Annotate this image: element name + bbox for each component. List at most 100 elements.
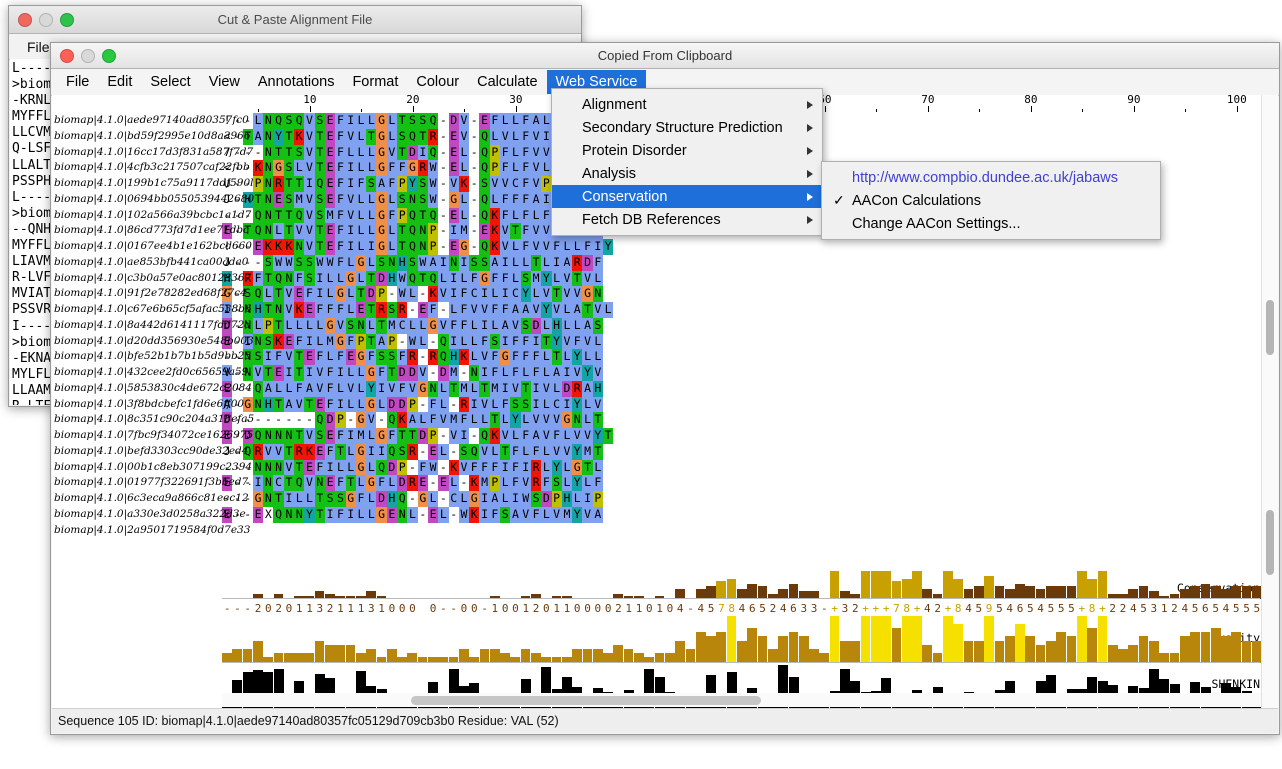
alignment-row[interactable]: A-GNHTAVTEFILLGLDDP-FL-RIVLFSSILCIYLV [222,397,1260,413]
residue-cell[interactable]: L [304,491,314,507]
residue-cell[interactable]: T [273,208,283,224]
residue-cell[interactable]: P [593,491,603,507]
residue-cell[interactable]: I [541,192,551,208]
residue-cell[interactable]: R [294,444,304,460]
residue-cell[interactable]: G [253,491,263,507]
residue-cell[interactable]: I [346,428,356,444]
residue-cell[interactable]: I [325,460,335,476]
residue-cell[interactable]: E [304,460,314,476]
residue-cell[interactable]: - [438,113,448,129]
residue-cell[interactable]: G [335,286,345,302]
residue-cell[interactable]: F [376,365,386,381]
residue-cell[interactable]: V [552,507,562,523]
sequence-id[interactable]: biomap|4.1.0|3f8bdcbefc1fd6e6ff00 [54,397,254,413]
residue-cell[interactable]: L [469,412,479,428]
residue-cell[interactable]: Q [387,444,397,460]
residue-cell[interactable]: G [376,428,386,444]
alignment-row[interactable]: ---NNNVTEFILLGLQDP-FW-KVFFFIFIRLYLGTL [222,460,1260,476]
residue-cell[interactable]: I [521,460,531,476]
residue-cell[interactable]: A [531,192,541,208]
residue-cell[interactable]: K [469,475,479,491]
residue-cell[interactable]: T [294,428,304,444]
residue-cell[interactable]: K [490,428,500,444]
alignment-row[interactable]: D-NLPTLLLLGVSNLTMCLLGVFFLILAVSDLHLLAS [222,318,1260,334]
residue-cell[interactable]: F [510,192,520,208]
sequence-id-list[interactable]: biomap|4.1.0|aede97140ad80357fc0 biomap|4… [54,113,254,538]
residue-cell[interactable]: T [273,145,283,161]
residue-cell[interactable]: G [376,160,386,176]
residue-cell[interactable]: M [294,192,304,208]
residue-cell[interactable]: L [541,397,551,413]
residue-cell[interactable]: L [521,412,531,428]
residue-cell[interactable]: V [521,507,531,523]
residue-cell[interactable]: S [479,176,489,192]
residue-cell[interactable]: V [541,412,551,428]
residue-cell[interactable]: - [418,397,428,413]
residue-cell[interactable]: V [438,412,448,428]
residue-cell[interactable]: T [582,460,592,476]
residue-cell[interactable]: Y [582,365,592,381]
sequence-id[interactable]: biomap|4.1.0|aede97140ad80357fc0 [54,113,254,129]
alignment-row[interactable]: V-NVTEITIVFILLGFTDDV-DM-NIFLFLFLAIVYV [222,365,1260,381]
residue-cell[interactable]: E [325,160,335,176]
residue-cell[interactable]: G [356,255,366,271]
ws-menu-item-protein-disorder[interactable]: Protein Disorder [552,139,822,162]
residue-cell[interactable]: - [438,145,448,161]
residue-cell[interactable]: T [253,192,263,208]
residue-cell[interactable]: Q [469,444,479,460]
residue-cell[interactable]: L [572,318,582,334]
residue-cell[interactable]: D [366,286,376,302]
residue-cell[interactable]: I [500,381,510,397]
residue-cell[interactable]: H [449,349,459,365]
residue-cell[interactable]: A [582,318,592,334]
residue-cell[interactable]: T [315,491,325,507]
sequence-id[interactable]: biomap|4.1.0|00b1c8eb307199c2394 [54,460,254,476]
bg-window-controls[interactable] [9,13,74,27]
residue-cell[interactable]: L [438,271,448,287]
residue-cell[interactable]: L [366,428,376,444]
residue-cell[interactable]: L [346,460,356,476]
residue-cell[interactable]: F [500,145,510,161]
residue-cell[interactable]: V [531,176,541,192]
residue-cell[interactable]: E [284,334,294,350]
residue-cell[interactable]: G [562,412,572,428]
residue-cell[interactable]: I [479,318,489,334]
residue-cell[interactable]: L [315,334,325,350]
residue-cell[interactable]: V [346,381,356,397]
residue-cell[interactable]: A [500,318,510,334]
residue-cell[interactable]: D [531,318,541,334]
residue-cell[interactable]: V [490,176,500,192]
residue-cell[interactable]: M [387,318,397,334]
residue-cell[interactable]: M [459,381,469,397]
residue-cell[interactable]: L [521,255,531,271]
residue-cell[interactable]: - [438,129,448,145]
residue-cell[interactable]: - [438,460,448,476]
residue-cell[interactable]: G [500,349,510,365]
residue-cell[interactable]: N [273,302,283,318]
alignment-row[interactable]: E--INCTQVNEFTLGFLDRE-EL-KMPLFVRFSLYLF [222,475,1260,491]
residue-cell[interactable]: T [449,381,459,397]
residue-cell[interactable]: D [407,145,417,161]
residue-cell[interactable]: T [284,444,294,460]
residue-cell[interactable]: L [418,412,428,428]
residue-cell[interactable]: V [479,302,489,318]
residue-cell[interactable]: T [284,223,294,239]
residue-cell[interactable]: L [356,507,366,523]
residue-cell[interactable]: V [500,223,510,239]
residue-cell[interactable]: L [325,286,335,302]
residue-cell[interactable]: F [490,271,500,287]
residue-cell[interactable]: F [490,349,500,365]
residue-cell[interactable]: T [552,349,562,365]
residue-cell[interactable]: L [449,302,459,318]
residue-cell[interactable]: Q [407,239,417,255]
alignment-row[interactable]: H-RFTQNFSILLGLTDHWQTQLILFGFFLSMYLVTVL [222,271,1260,287]
residue-cell[interactable]: D [376,491,386,507]
residue-cell[interactable]: E [356,302,366,318]
residue-cell[interactable]: G [356,412,366,428]
sequence-id[interactable]: biomap|4.1.0|16cc17d3f831a587f7d7 [54,145,254,161]
residue-cell[interactable]: F [294,271,304,287]
residue-cell[interactable]: S [387,302,397,318]
residue-cell[interactable]: S [521,271,531,287]
residue-cell[interactable]: N [593,286,603,302]
residue-cell[interactable]: L [510,255,520,271]
